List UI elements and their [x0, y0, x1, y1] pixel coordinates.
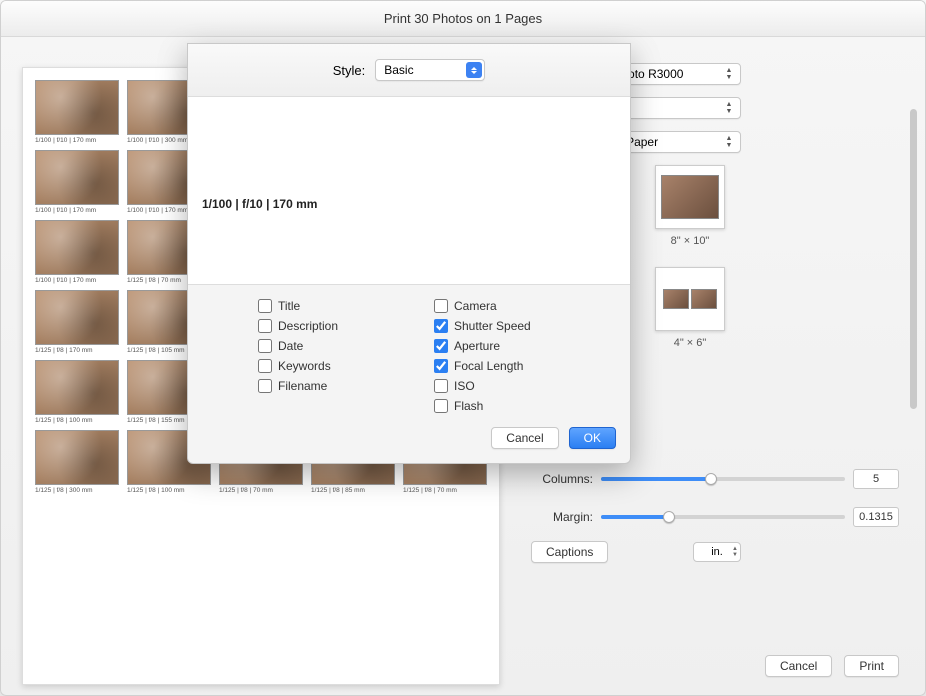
unit-value: in.: [711, 546, 723, 558]
style-value: Basic: [384, 63, 413, 77]
modal-cancel-button[interactable]: Cancel: [491, 427, 558, 449]
checkbox[interactable]: [434, 299, 448, 313]
checkbox[interactable]: [434, 339, 448, 353]
chk-focal[interactable]: Focal Length: [434, 359, 610, 373]
margin-value[interactable]: 0.1315: [853, 507, 899, 527]
thumb-image: [35, 430, 119, 485]
chk-date[interactable]: Date: [258, 339, 434, 353]
chk-iso[interactable]: ISO: [434, 379, 610, 393]
captions-row: Captions in. ▲▼: [531, 541, 741, 563]
layout-label: 8" × 10": [671, 235, 710, 247]
thumb-image: [35, 220, 119, 275]
checkbox[interactable]: [434, 359, 448, 373]
side-scrollbar[interactable]: [909, 109, 917, 509]
checkbox[interactable]: [258, 339, 272, 353]
thumb-cell[interactable]: 1/125 | f/8 | 170 mm: [35, 290, 119, 354]
captions-button[interactable]: Captions: [531, 541, 608, 563]
modal-ok-button[interactable]: OK: [569, 427, 616, 449]
checkbox[interactable]: [258, 299, 272, 313]
checkbox[interactable]: [434, 379, 448, 393]
thumb-cell[interactable]: 1/125 | f/8 | 100 mm: [35, 360, 119, 424]
thumb-caption: 1/125 | f/8 | 100 mm: [35, 417, 119, 424]
chk-description[interactable]: Description: [258, 319, 434, 333]
chk-keywords[interactable]: Keywords: [258, 359, 434, 373]
stepper-arrows-icon: ▲▼: [732, 546, 738, 558]
checkbox[interactable]: [258, 359, 272, 373]
thumb-image: [35, 80, 119, 135]
chk-title[interactable]: Title: [258, 299, 434, 313]
thumb-caption: 1/125 | f/8 | 70 mm: [219, 487, 303, 494]
checkbox[interactable]: [434, 399, 448, 413]
cancel-button[interactable]: Cancel: [765, 655, 832, 677]
chk-filename[interactable]: Filename: [258, 379, 434, 393]
layout-thumb: [655, 165, 725, 229]
caption-preview-text: 1/100 | f/10 | 170 mm: [202, 197, 317, 211]
print-button[interactable]: Print: [844, 655, 899, 677]
columns-row: Columns: 5: [531, 469, 899, 489]
margin-label: Margin:: [531, 510, 593, 524]
chk-camera[interactable]: Camera: [434, 299, 610, 313]
thumb-caption: 1/125 | f/8 | 170 mm: [35, 347, 119, 354]
thumb-caption: 1/125 | f/8 | 300 mm: [35, 487, 119, 494]
checkbox[interactable]: [258, 319, 272, 333]
thumb-cell[interactable]: 1/100 | f/10 | 170 mm: [35, 220, 119, 284]
footer-buttons: Cancel Print: [765, 655, 899, 677]
thumb-caption: 1/125 | f/8 | 100 mm: [127, 487, 211, 494]
style-select[interactable]: Basic: [375, 59, 485, 81]
columns-value[interactable]: 5: [853, 469, 899, 489]
thumb-caption: 1/100 | f/10 | 170 mm: [35, 137, 119, 144]
chk-shutter[interactable]: Shutter Speed: [434, 319, 610, 333]
thumb-cell[interactable]: 1/125 | f/8 | 300 mm: [35, 430, 119, 494]
window-title: Print 30 Photos on 1 Pages: [1, 1, 925, 37]
caption-preview: 1/100 | f/10 | 170 mm: [188, 96, 630, 285]
thumb-caption: 1/125 | f/8 | 85 mm: [311, 487, 395, 494]
thumb-cell[interactable]: 1/100 | f/10 | 170 mm: [35, 150, 119, 214]
checkbox-grid: Title Camera Description Shutter Speed D…: [188, 285, 630, 419]
dropdown-arrow-icon: [466, 62, 482, 78]
margin-row: Margin: 0.1315: [531, 507, 899, 527]
thumb-image: [35, 360, 119, 415]
modal-footer: Cancel OK: [188, 419, 630, 463]
unit-select[interactable]: in. ▲▼: [693, 542, 741, 562]
stepper-arrows-icon: ▲▼: [722, 134, 736, 150]
layout-thumb: [655, 267, 725, 331]
thumb-caption: 1/100 | f/10 | 170 mm: [35, 207, 119, 214]
thumb-image: [35, 290, 119, 345]
style-label: Style:: [333, 63, 366, 78]
margin-slider[interactable]: [601, 515, 845, 519]
checkbox[interactable]: [258, 379, 272, 393]
captions-modal: Style: Basic 1/100 | f/10 | 170 mm Title…: [187, 43, 631, 464]
thumb-caption: 1/100 | f/10 | 170 mm: [35, 277, 119, 284]
thumb-cell[interactable]: 1/100 | f/10 | 170 mm: [35, 80, 119, 144]
stepper-arrows-icon: ▲▼: [722, 100, 736, 116]
columns-label: Columns:: [531, 472, 593, 486]
columns-slider[interactable]: [601, 477, 845, 481]
chk-flash[interactable]: Flash: [434, 399, 610, 413]
layout-label: 4" × 6": [674, 337, 707, 349]
chk-aperture[interactable]: Aperture: [434, 339, 610, 353]
thumb-image: [35, 150, 119, 205]
modal-header: Style: Basic: [188, 44, 630, 96]
layout-4x6[interactable]: 4" × 6": [645, 267, 735, 349]
stepper-arrows-icon: ▲▼: [722, 66, 736, 82]
layout-8x10[interactable]: 8" × 10": [645, 165, 735, 247]
checkbox[interactable]: [434, 319, 448, 333]
print-window: Print 30 Photos on 1 Pages 1/100 | f/10 …: [0, 0, 926, 696]
thumb-caption: 1/125 | f/8 | 70 mm: [403, 487, 487, 494]
